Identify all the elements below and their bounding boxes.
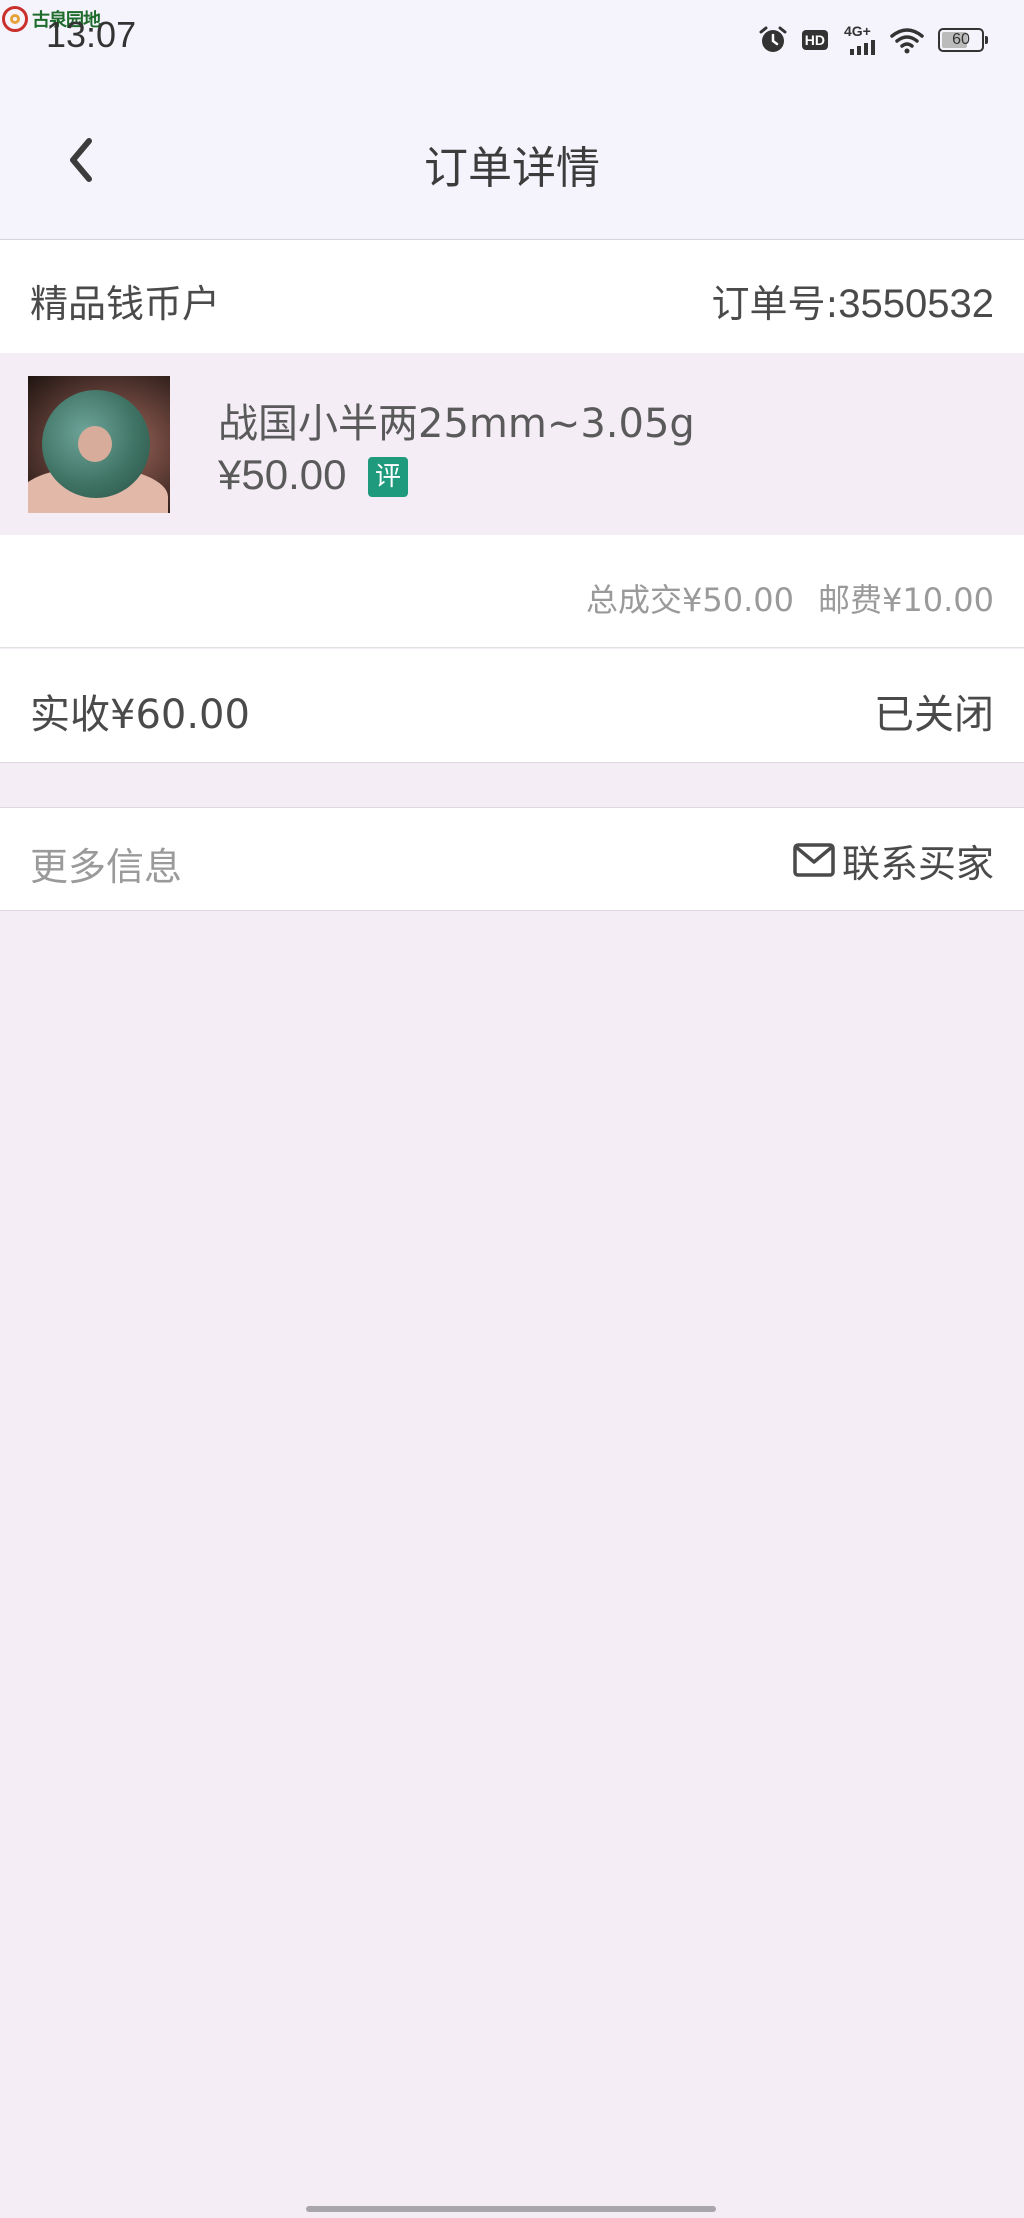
status-icons: HD 4G+ 60 [758, 18, 988, 62]
battery-icon: 60 [938, 28, 988, 52]
wifi-icon [890, 28, 924, 54]
contact-buyer-button[interactable]: 联系买家 [792, 830, 994, 890]
evaluation-badge: 评 [368, 457, 408, 497]
total-deal: 总成交¥50.00 [586, 581, 795, 619]
network-label: 4G+ [844, 23, 871, 39]
order-number-label: 订单号: [711, 282, 839, 326]
watermark-icon [2, 6, 28, 32]
order-status: 已关闭 [874, 692, 994, 738]
more-info-link[interactable]: 更多信息 [30, 836, 182, 891]
received-amount: 实收¥60.00 [30, 692, 250, 738]
status-time: 13:07 [46, 14, 137, 55]
shipping-fee: 邮费¥10.00 [818, 581, 994, 619]
page-title: 订单详情 [424, 143, 600, 194]
cellular-signal-icon: 4G+ [842, 23, 876, 57]
status-bar: 古泉园地 13:07 HD 4G+ 60 [0, 0, 1024, 80]
order-header-row: 精品钱币户 订单号:3550532 [0, 240, 1024, 353]
order-number-value: 3550532 [838, 282, 994, 326]
alarm-icon [759, 26, 787, 52]
product-name: 战国小半两25mm~3.05g [218, 401, 695, 447]
product-price: ¥50.00 [218, 451, 347, 498]
product-thumbnail [28, 376, 170, 513]
battery-level: 60 [952, 31, 970, 48]
totals-row: 总成交¥50.00 邮费¥10.00 [0, 535, 1024, 648]
shop-name: 精品钱币户 [30, 282, 221, 326]
nav-bar: 订单详情 [0, 80, 1024, 240]
product-item[interactable]: 战国小半两25mm~3.05g ¥50.00 评 [0, 353, 1024, 535]
order-number: 订单号:3550532 [711, 273, 994, 328]
hd-badge: HD [801, 30, 828, 50]
mail-icon [793, 843, 835, 877]
more-info-row: 更多信息 联系买家 [0, 807, 1024, 911]
received-row: 实收¥60.00 已关闭 [0, 649, 1024, 763]
home-indicator[interactable] [306, 2206, 716, 2212]
contact-buyer-label: 联系买家 [841, 841, 994, 886]
